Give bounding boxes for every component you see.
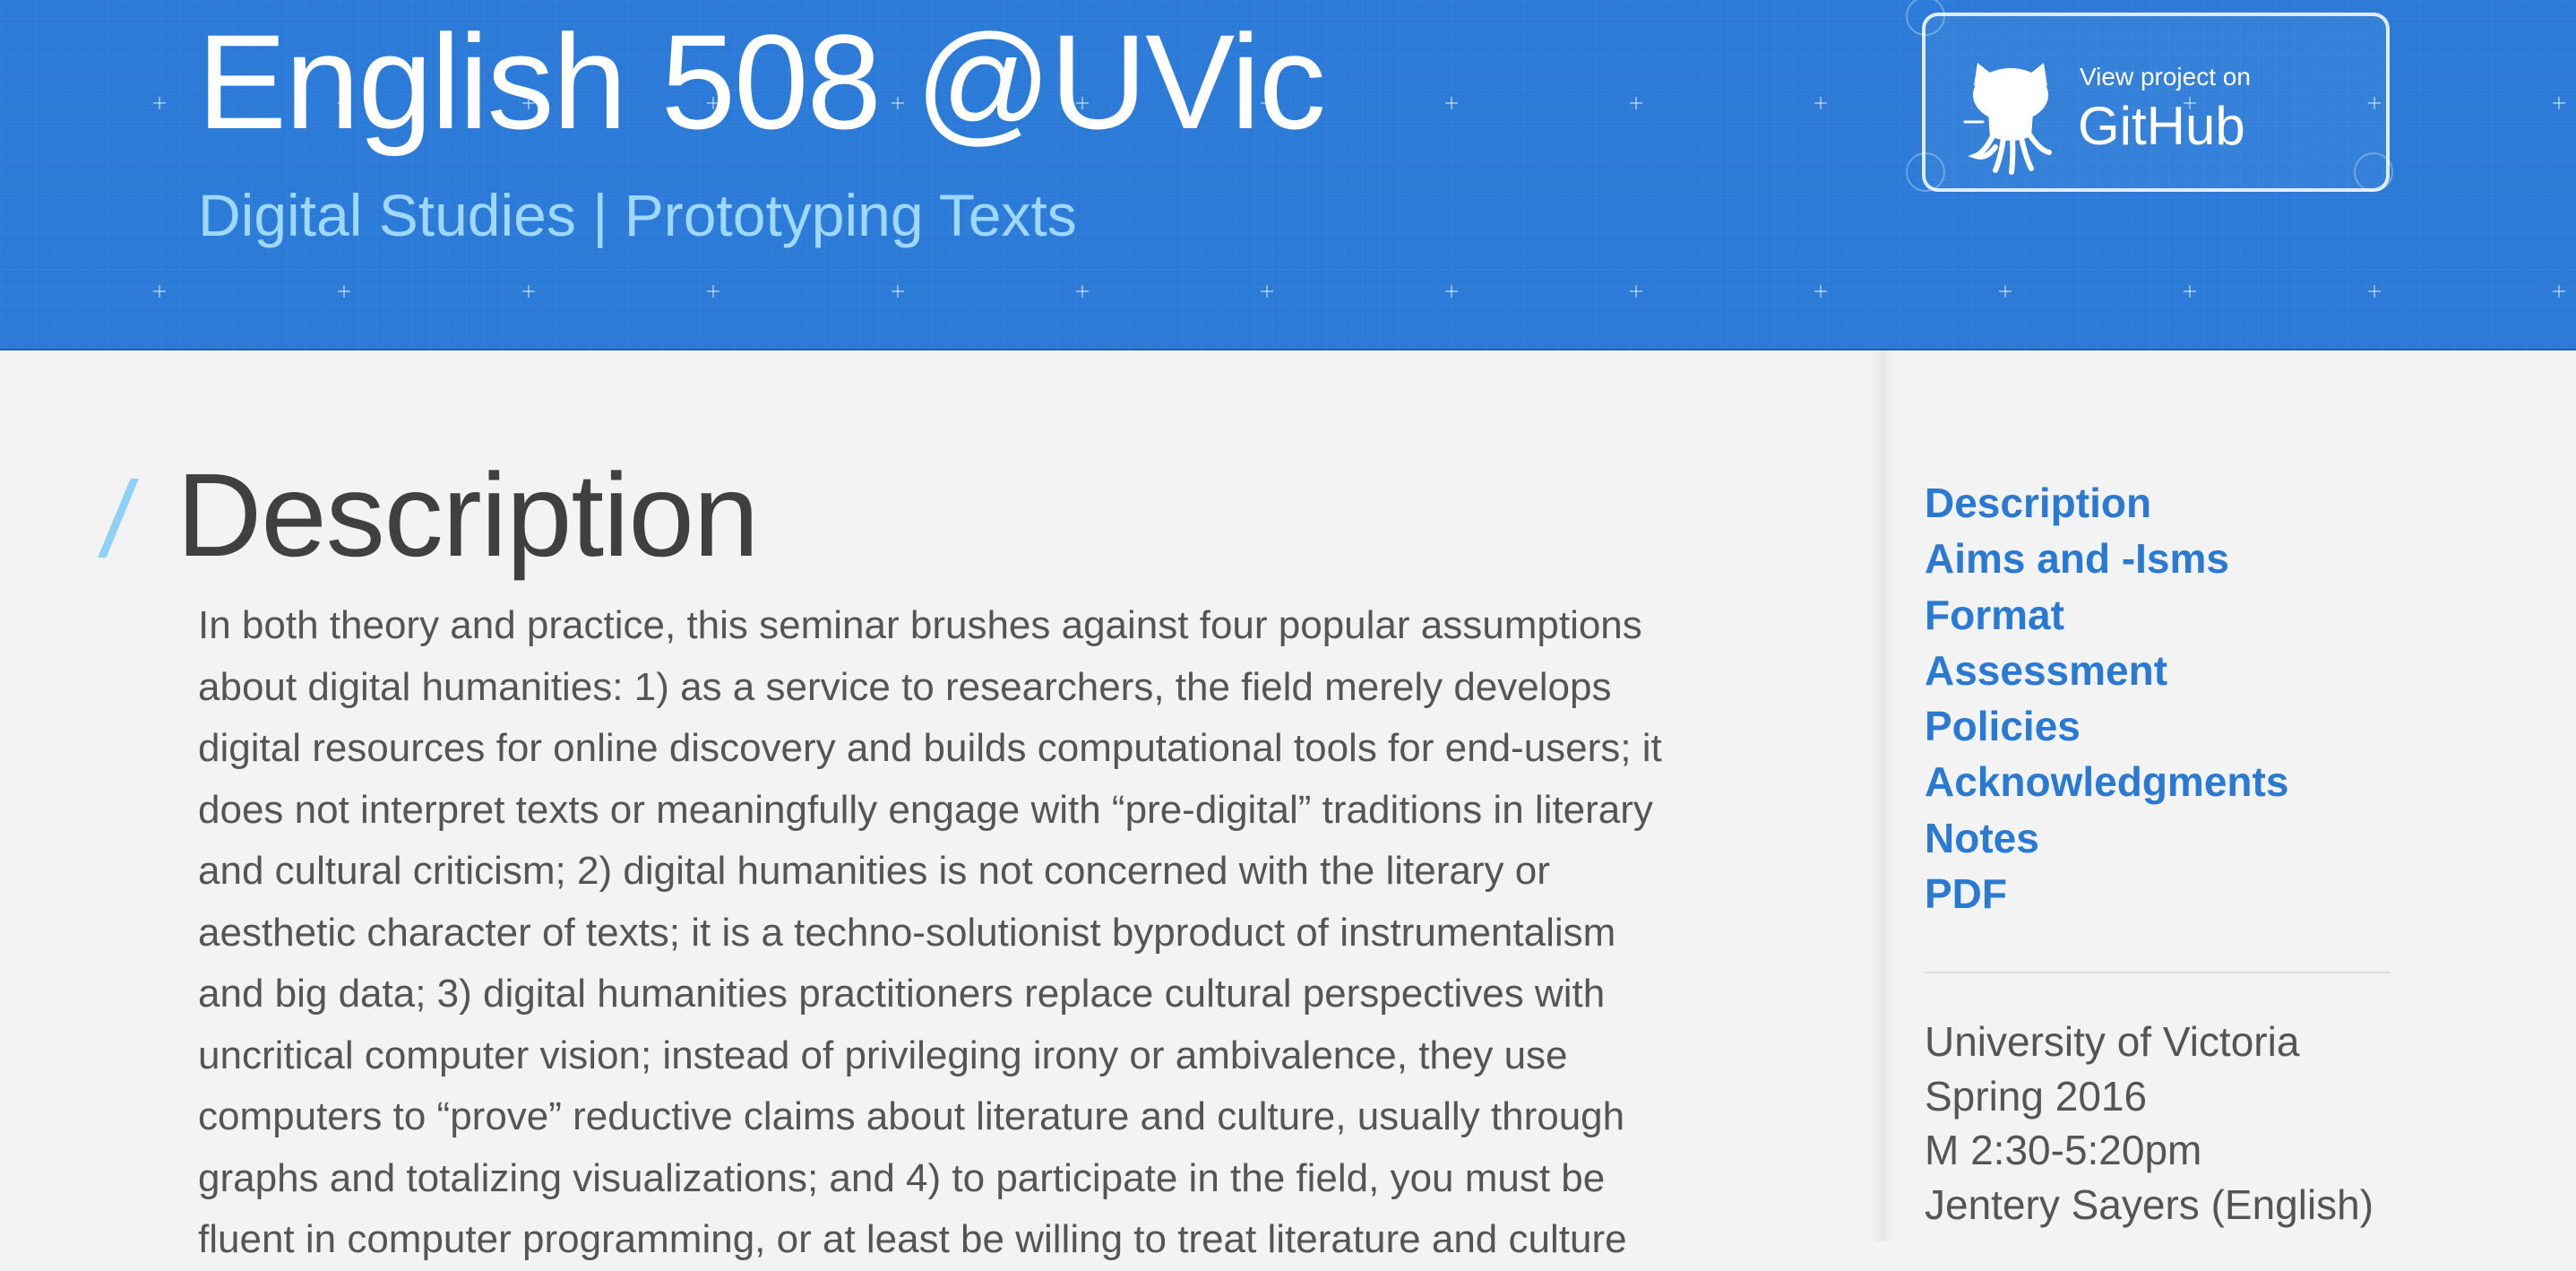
course-info: University of Victoria Spring 2016 M 2:3…: [1925, 1015, 2374, 1232]
nav-link-policies[interactable]: Policies: [1925, 703, 2081, 749]
sidebar-divider: [1925, 972, 2391, 973]
nav-link-format[interactable]: Format: [1925, 592, 2064, 638]
body-line: does not interpret texts or meaningfully…: [198, 787, 1653, 832]
decorative-ring: [1906, 152, 1945, 192]
nav-link-description[interactable]: Description: [1925, 480, 2151, 526]
nav-item-policies: Policies: [1925, 698, 2288, 754]
course-institution: University of Victoria: [1925, 1018, 2300, 1065]
site-header: English 508 @UVic Digital Studies | Prot…: [0, 0, 2576, 350]
course-instructor: Jentery Sayers (English): [1925, 1180, 2374, 1228]
nav-item-pdf: PDF: [1925, 866, 2288, 921]
grid-plus-mark: [1445, 285, 1458, 298]
github-button-big-label: GitHub: [2078, 96, 2245, 156]
nav-item-aims: Aims and -Isms: [1925, 531, 2288, 586]
course-term: Spring 2016: [1925, 1072, 2148, 1120]
grid-plus-mark: [2553, 285, 2565, 298]
grid-plus-mark: [1814, 97, 1827, 109]
grid-plus-mark: [153, 285, 166, 298]
grid-plus-mark: [2184, 285, 2196, 298]
body-line: and cultural criticism; 2) digital human…: [198, 849, 1550, 893]
site-subtitle: Digital Studies | Prototyping Texts: [198, 182, 1077, 248]
grid-plus-mark: [1630, 285, 1642, 298]
grid-plus-mark: [1076, 285, 1089, 298]
section-title: Description: [177, 449, 759, 581]
grid-plus-mark: [1630, 97, 1642, 109]
nav-item-format: Format: [1925, 587, 2288, 643]
site-title: English 508 @UVic: [197, 6, 1326, 157]
grid-plus-mark: [1999, 285, 2012, 298]
body-line: graphs and totalizing visualizations; an…: [198, 1155, 1606, 1200]
nav-item-assessment: Assessment: [1925, 643, 2288, 698]
grid-plus-mark: [1445, 97, 1458, 109]
nav-item-notes: Notes: [1925, 810, 2288, 866]
body-line: digital resources for online discovery a…: [198, 726, 1662, 770]
body-line: aesthetic character of texts; it is a te…: [198, 910, 1616, 955]
sidebar-nav: Description Aims and -Isms Format Assess…: [1925, 475, 2288, 921]
grid-plus-mark: [2368, 285, 2381, 298]
nav-link-notes[interactable]: Notes: [1925, 815, 2039, 861]
body-line: uncritical computer vision; instead of p…: [198, 1033, 1568, 1077]
body-line: and big data; 3) digital humanities prac…: [198, 972, 1606, 1016]
grid-plus-mark: [338, 285, 350, 298]
nav-link-assessment[interactable]: Assessment: [1925, 647, 2167, 694]
grid-plus-mark: [2553, 97, 2565, 109]
nav-item-acknowledgments: Acknowledgments: [1925, 754, 2288, 809]
grid-plus-mark: [1814, 285, 1827, 298]
course-schedule: M 2:30-5:20pm: [1925, 1127, 2202, 1173]
body-line: fluent in computer programming, or at le…: [198, 1217, 1627, 1261]
grid-plus-mark: [707, 285, 719, 298]
grid-plus-mark: [892, 285, 904, 298]
nav-link-acknowledgments[interactable]: Acknowledgments: [1925, 758, 2288, 805]
body-line: computers to “prove” reductive claims ab…: [198, 1094, 1625, 1138]
nav-item-description: Description: [1925, 475, 2288, 531]
nav-link-pdf[interactable]: PDF: [1925, 870, 2007, 917]
body-line: about digital humanities: 1) as a servic…: [198, 664, 1612, 709]
decorative-ring: [2354, 152, 2393, 192]
view-on-github-button[interactable]: View project on GitHub: [1906, 0, 2393, 192]
body-line: In both theory and practice, this semina…: [198, 603, 1642, 647]
decorative-ring: [1906, 0, 1945, 36]
github-octocat-icon: [1963, 63, 2052, 175]
section-body: In both theory and practice, this semina…: [198, 595, 1811, 1271]
github-button-small-label: View project on: [2080, 63, 2251, 91]
section-marker: /: [94, 460, 142, 580]
grid-plus-mark: [1261, 285, 1273, 298]
nav-link-aims-and-isms[interactable]: Aims and -Isms: [1925, 535, 2229, 582]
grid-plus-mark: [153, 97, 166, 109]
grid-plus-mark: [522, 285, 535, 298]
